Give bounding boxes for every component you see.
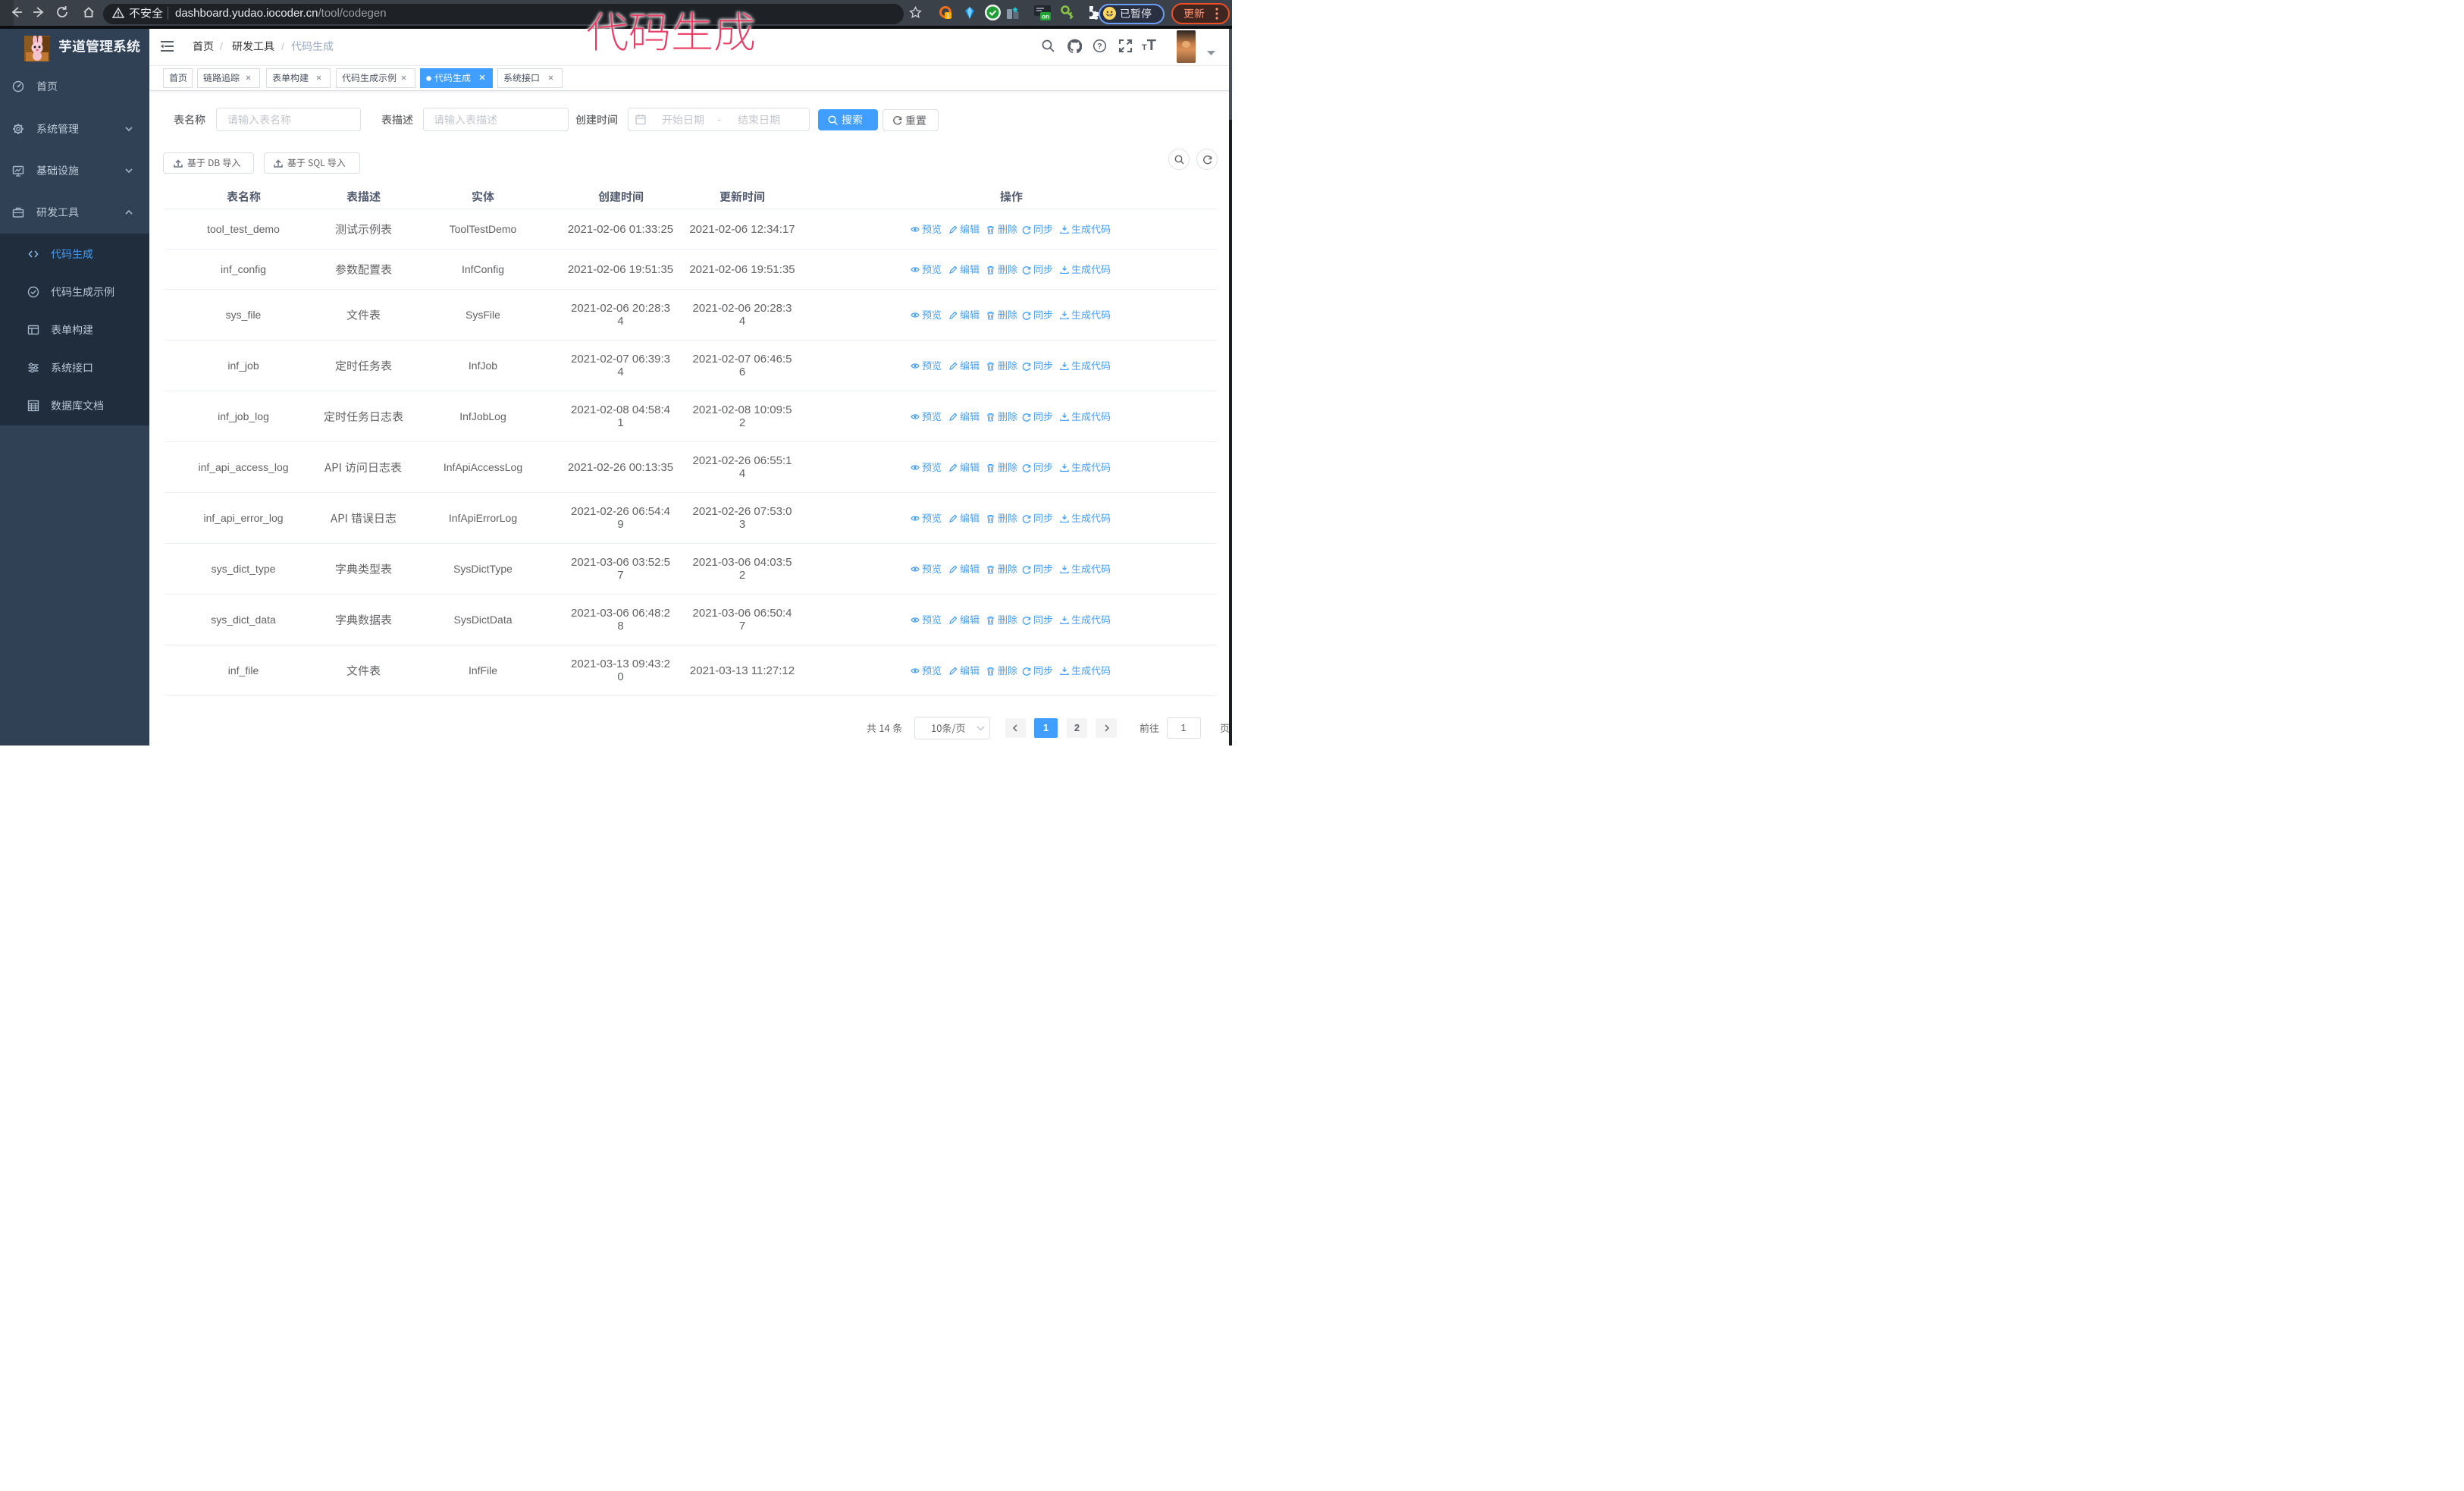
- svg-text:1: 1: [946, 13, 950, 20]
- svg-text:?: ?: [1097, 42, 1102, 51]
- svg-text:on: on: [1042, 14, 1049, 20]
